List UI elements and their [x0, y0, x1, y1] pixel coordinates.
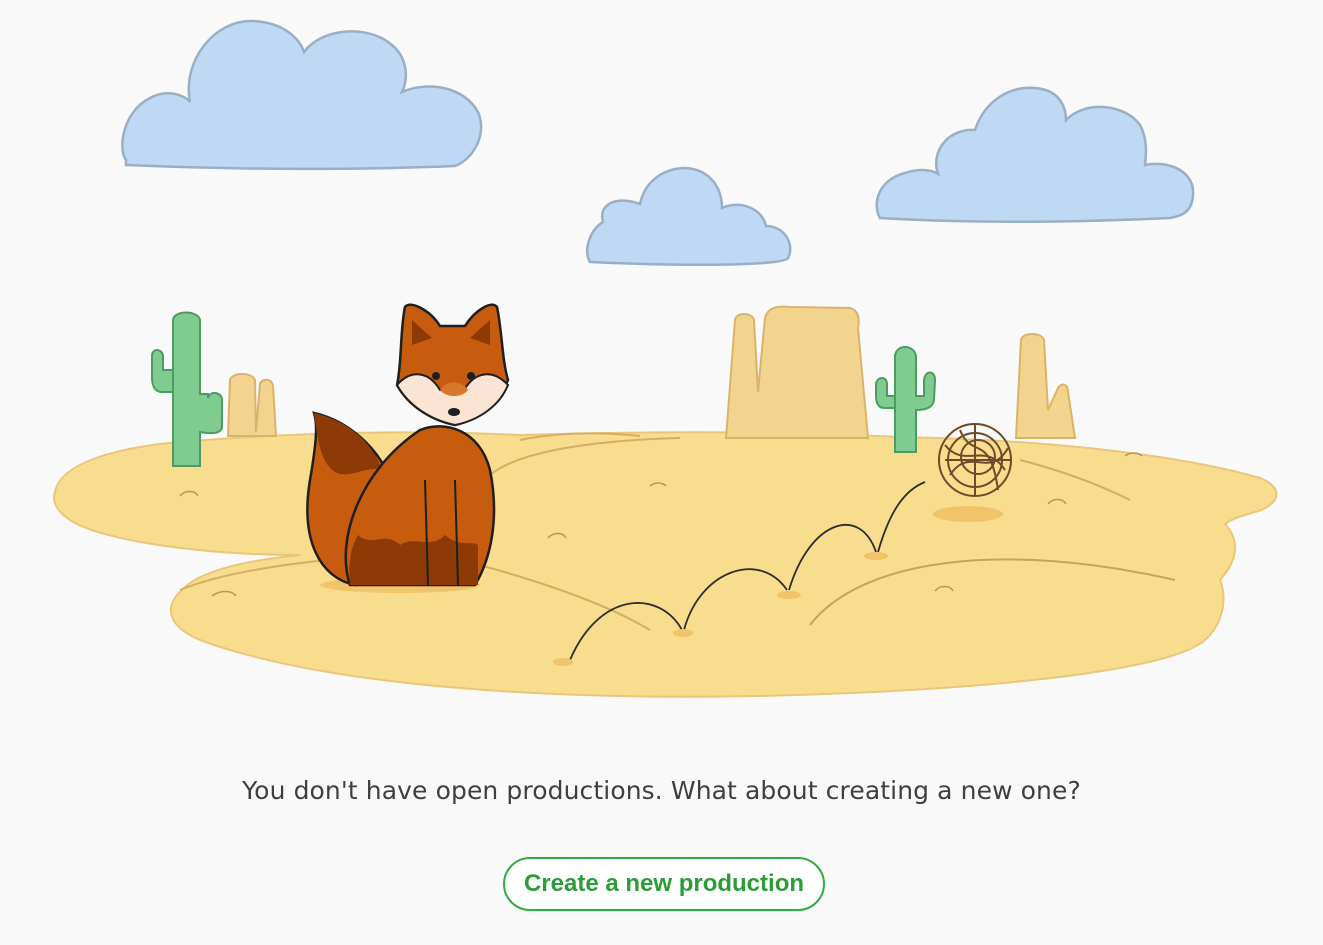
- mesa-rock-icon: [1014, 333, 1077, 439]
- fox-icon: [306, 303, 510, 593]
- empty-state-illustration: [52, 19, 1278, 698]
- create-production-button[interactable]: Create a new production: [503, 857, 825, 911]
- empty-state-message: You don't have open productions. What ab…: [242, 776, 1081, 805]
- cloud-icon: [586, 166, 792, 267]
- mesa-rock-icon: [226, 373, 278, 437]
- tumbleweed-icon: [938, 423, 1012, 497]
- cloud-icon: [121, 19, 483, 171]
- empty-productions-page: You don't have open productions. What ab…: [0, 0, 1323, 945]
- cloud-icon: [875, 86, 1195, 224]
- mesa-rock-icon: [724, 305, 870, 439]
- desert-ground: [52, 431, 1278, 698]
